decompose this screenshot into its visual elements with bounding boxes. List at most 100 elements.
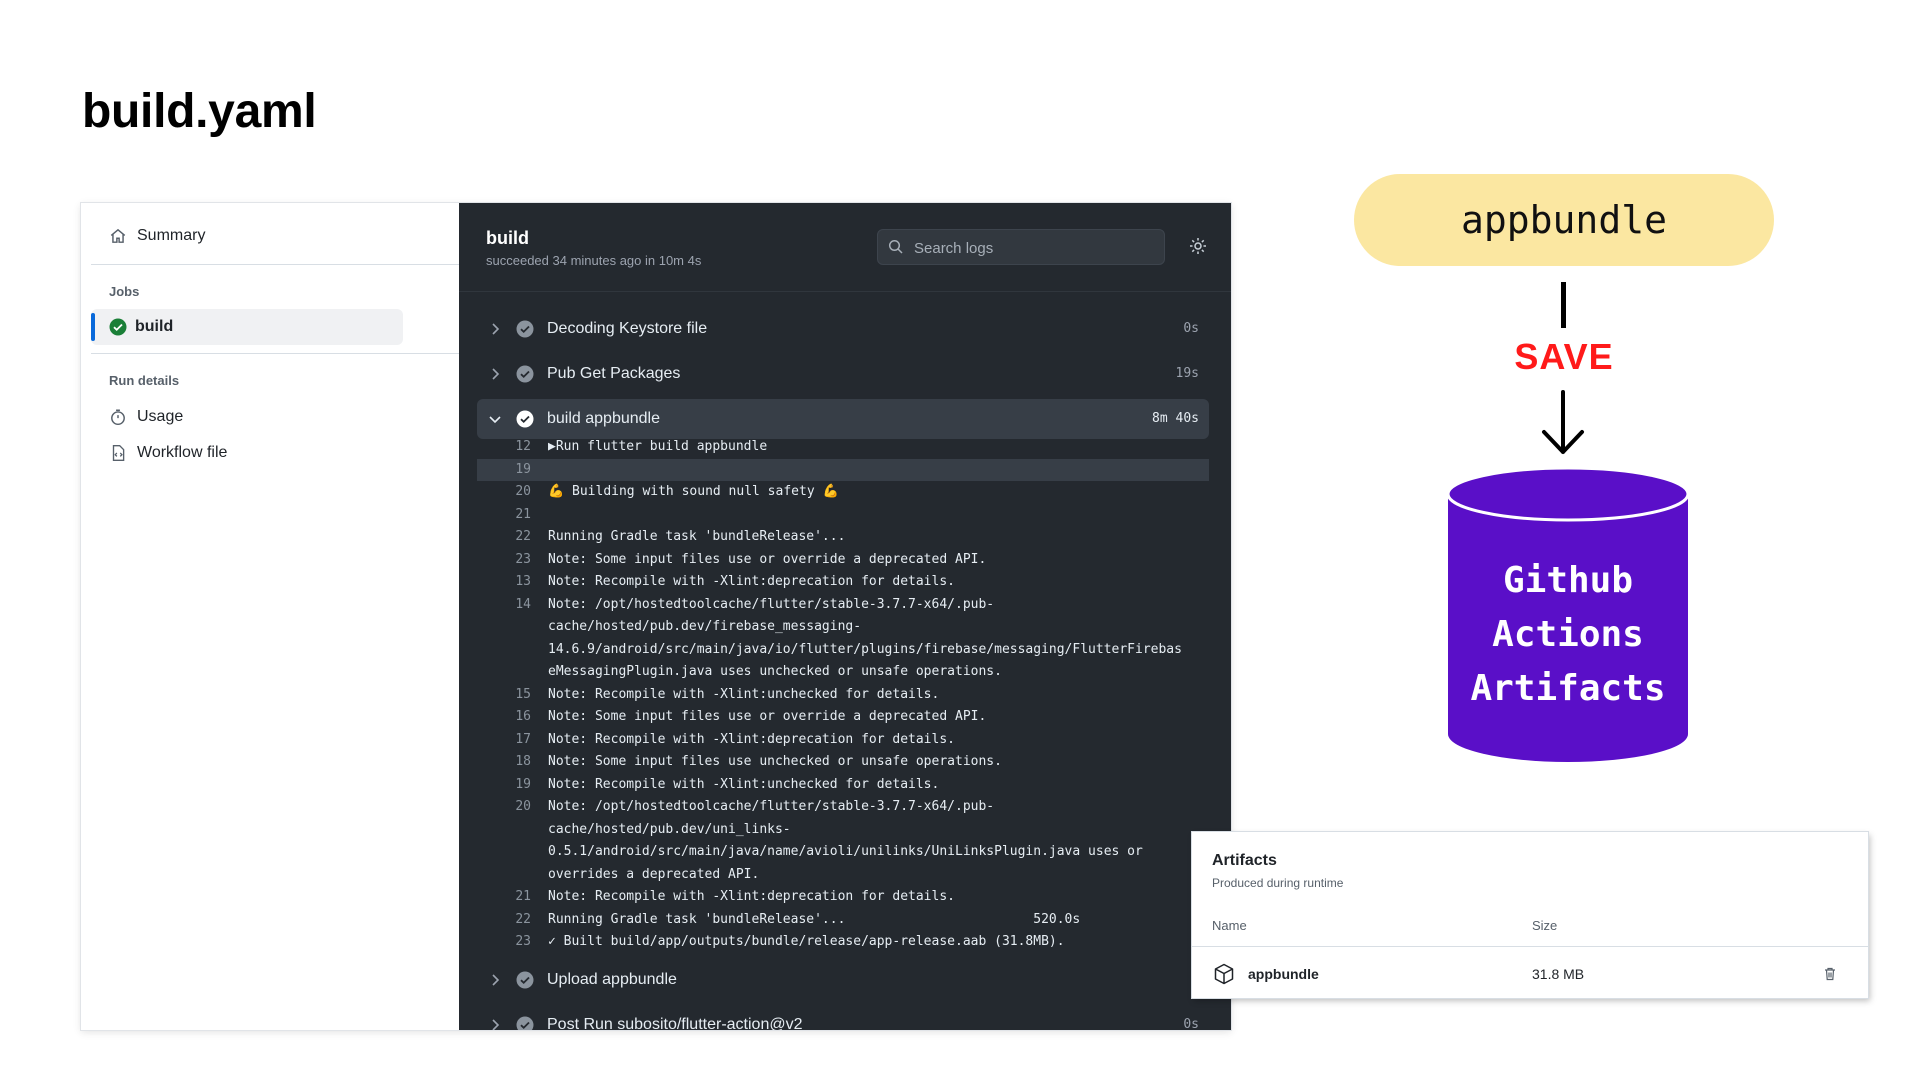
log-line-number[interactable]: 22 [477,909,531,932]
log-line: 15 Note: Recompile with -Xlint:unchecked … [477,684,1209,707]
log-line-number[interactable]: 19 [477,774,531,797]
sidebar-item-build-job[interactable]: build [91,309,403,345]
log-line-number[interactable]: 13 [477,571,531,594]
sidebar-item-usage[interactable]: Usage [109,408,183,426]
arrow-line [1561,282,1566,328]
chevron-right-icon [492,974,500,986]
chevron-down-icon [489,416,501,424]
stopwatch-icon [111,409,125,426]
log-line-number[interactable]: 21 [477,886,531,909]
log-line-number[interactable]: 23 [477,549,531,572]
log-line: 18 Note: Some input files use unchecked o… [477,751,1209,774]
log-line-number[interactable]: 12 [477,436,531,459]
log-line-number[interactable]: 21 [477,504,531,527]
appbundle-pill: appbundle [1354,174,1774,266]
home-icon [110,228,126,243]
log-line-number[interactable]: 18 [477,751,531,774]
log-line: 21 [477,504,1209,527]
arrow-down-icon [1542,390,1584,454]
step-pub-get-packages[interactable]: Pub Get Packages 19s [477,354,1209,394]
store-label-line1: Github [1502,560,1634,601]
step-duration: 0s [1183,321,1199,336]
step-duration: 19s [1175,366,1199,381]
log-header: build succeeded 34 minutes ago in 10m 4s [459,203,1231,292]
log-line-text: Note: Recompile with -Xlint:unchecked fo… [548,686,940,702]
log-line-number[interactable]: 17 [477,729,531,752]
log-line-text: cache/hosted/pub.dev/uni_links- [548,821,791,837]
divider [91,264,495,265]
log-line-number[interactable]: 20 [477,796,531,819]
check-circle-icon [516,365,534,383]
job-status: succeeded 34 minutes ago in 10m 4s [486,253,702,268]
log-output: 12 ▶Run flutter build appbundle 19 20 💪 Buil… [477,436,1209,954]
check-circle-icon [516,971,534,989]
log-line-number[interactable]: 15 [477,684,531,707]
log-line-text: overrides a deprecated API. [548,866,760,882]
log-line-number[interactable]: 20 [477,481,531,504]
log-line-number[interactable]: 14 [477,594,531,617]
artifacts-panel: Artifacts Produced during runtime Name S… [1192,832,1868,998]
log-line-text: ▶Run flutter build appbundle [548,439,768,454]
gear-icon[interactable] [1188,236,1208,256]
column-header-size: Size [1532,918,1558,933]
log-line: 23 Note: Some input files use or override… [477,549,1209,572]
log-line-text: Note: Some input files use or override a… [548,709,987,724]
chevron-right-icon [492,323,500,335]
step-post-run[interactable]: Post Run subosito/flutter-action@v2 0s [477,1005,1209,1030]
log-line: cache/hosted/pub.dev/uni_links- [477,819,1209,842]
log-line: 22 Running Gradle task 'bundleRelease'... [477,526,1209,549]
log-line-text: 0.5.1/android/src/main/java/name/avioli/… [548,844,1143,859]
check-circle-icon [516,1016,534,1030]
sidebar-item-summary[interactable]: Summary [109,227,205,245]
log-line: 19 [477,458,1209,482]
store-label-line3: Artifacts [1470,668,1666,709]
step-decoding-keystore[interactable]: Decoding Keystore file 0s [477,309,1209,349]
selected-indicator [91,313,95,341]
log-line: 12 ▶Run flutter build appbundle [477,436,1209,459]
log-line: 14.6.9/android/src/main/java/io/flutter/… [477,639,1209,662]
step-build-appbundle[interactable]: build appbundle 8m 40s [477,399,1209,439]
step-name: Decoding Keystore file [547,320,708,337]
log-line-number[interactable]: 23 [477,931,531,954]
check-circle-icon [516,410,534,428]
store-label-line2: Actions [1492,614,1644,655]
log-line-text: eMessagingPlugin.java uses unchecked or … [548,664,1002,679]
log-line-number[interactable]: 16 [477,706,531,729]
run-details-heading: Run details [109,373,180,388]
check-circle-icon [516,320,534,338]
column-header-name: Name [1212,918,1247,933]
log-line: 14 Note: /opt/hostedtoolcache/flutter/sta… [477,594,1209,617]
search-logs-box[interactable] [877,229,1165,265]
log-line-text: Running Gradle task 'bundleRelease'... [548,529,846,544]
log-line-number[interactable]: 22 [477,526,531,549]
divider [91,353,495,354]
step-name: Upload appbundle [547,971,677,988]
package-icon [1214,963,1234,985]
log-line-text: Note: Some input files use unchecked or … [548,754,1002,769]
log-line-text: Note: /opt/hostedtoolcache/flutter/stabl… [548,799,995,814]
log-line-number[interactable]: 19 [477,459,531,482]
sidebar-item-workflow-file[interactable]: Workflow file [109,444,227,462]
log-line-text: Note: Recompile with -Xlint:deprecation … [548,731,955,747]
trash-icon[interactable] [1822,966,1838,982]
step-upload-appbundle[interactable]: Upload appbundle 5 [477,960,1209,1000]
build-job-label: build [135,318,174,335]
log-line: 21 Note: Recompile with -Xlint:deprecatio… [477,886,1209,909]
step-name: Pub Get Packages [547,365,681,382]
log-line-text: cache/hosted/pub.dev/firebase_messaging- [548,619,862,634]
artifact-size: 31.8 MB [1532,966,1585,982]
log-line: 23 ✓ Built build/app/outputs/bundle/relea… [477,931,1209,954]
jobs-heading: Jobs [109,284,140,299]
sidebar-workflow-file-label: Workflow file [137,444,228,461]
sidebar-usage-label: Usage [137,408,184,425]
log-line-text: ✓ Built build/app/outputs/bundle/release… [548,934,1065,949]
divider [1192,946,1868,947]
save-label: SAVE [1514,336,1614,377]
check-circle-icon [109,318,127,336]
log-line-text: Note: Recompile with -Xlint:unchecked fo… [548,776,940,792]
chevron-right-icon [492,368,500,380]
log-line-text: Running Gradle task 'bundleRelease'... 5… [548,911,1081,927]
search-logs-input[interactable] [912,236,1156,260]
artifact-name-link[interactable]: appbundle [1248,966,1319,982]
step-duration: 8m 40s [1152,411,1199,426]
